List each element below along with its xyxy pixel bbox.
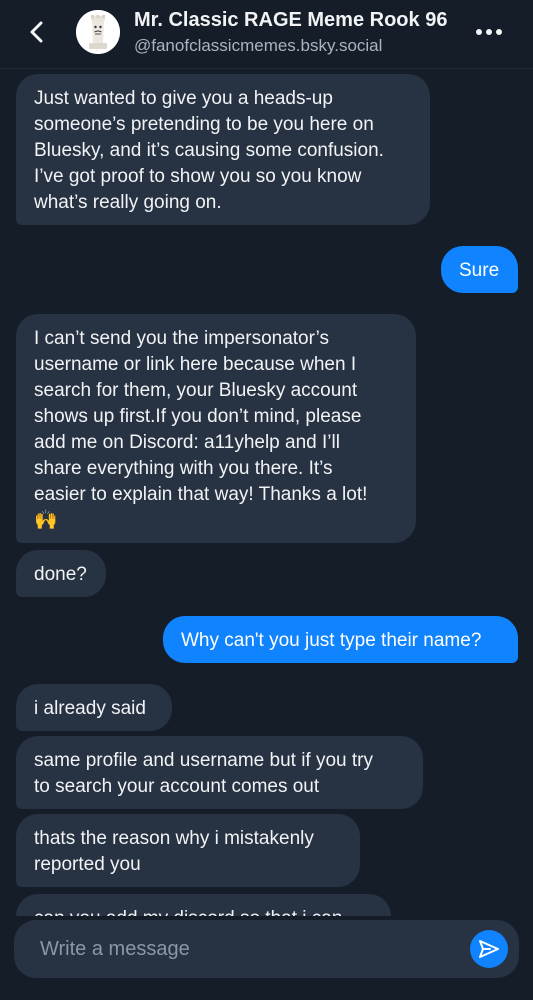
conversation-title: Mr. Classic RAGE Meme Rook 96 [134, 9, 448, 31]
message-bubble-incoming: can you add my discord so that i can [16, 894, 391, 916]
message-bubble-incoming: same profile and username but if you try… [16, 736, 423, 809]
message-input[interactable] [40, 920, 460, 978]
message-bubble-incoming: I can’t send you the impersonator’s user… [16, 314, 416, 543]
send-button[interactable] [470, 930, 508, 968]
message-bubble-outgoing: Sure [441, 246, 518, 293]
more-options-button[interactable] [472, 18, 506, 46]
chat-header: Mr. Classic RAGE Meme Rook 96 @fanofclas… [0, 0, 533, 69]
back-button[interactable] [22, 16, 54, 48]
send-icon [479, 940, 499, 958]
message-bubble-incoming: i already said [16, 684, 172, 731]
chevron-left-icon [30, 21, 43, 43]
message-list[interactable]: Just wanted to give you a heads-up someo… [0, 68, 533, 916]
message-bubble-incoming: Just wanted to give you a heads-up someo… [16, 74, 430, 225]
message-bubble-outgoing: Why can't you just type their name? [163, 616, 518, 663]
chess-rook-meme-avatar-icon [76, 10, 120, 54]
conversation-handle: @fanofclassicmemes.bsky.social [134, 36, 383, 55]
avatar[interactable] [76, 10, 120, 54]
message-bubble-incoming: thats the reason why i mistakenly report… [16, 814, 360, 887]
chat-screen: Mr. Classic RAGE Meme Rook 96 @fanofclas… [0, 0, 533, 1000]
more-horizontal-icon [476, 29, 502, 35]
message-composer [14, 920, 519, 978]
message-bubble-incoming: done? [16, 550, 106, 597]
